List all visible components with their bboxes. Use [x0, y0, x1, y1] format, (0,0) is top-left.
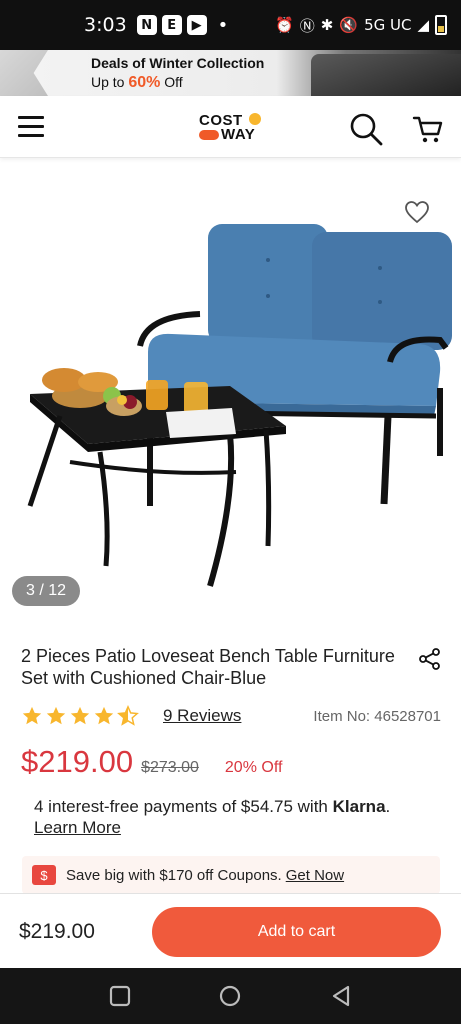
purchase-bar: $219.00 Add to cart: [0, 893, 461, 968]
reviews-link[interactable]: 9 Reviews: [163, 706, 241, 726]
star-full-icon: [22, 706, 42, 725]
bluetooth-icon: ✱: [320, 16, 334, 34]
price-row: $219.00 $273.00 20% Off: [21, 744, 441, 780]
status-time: 3:03: [84, 14, 127, 36]
alarm-icon: ⏰: [275, 16, 294, 34]
promo-banner[interactable]: Deals of Winter Collection Up to 60% Off: [0, 50, 461, 96]
coupon-banner: $ Save big with $170 off Coupons. Get No…: [22, 856, 440, 894]
logo-sun-mark: [249, 113, 261, 125]
original-price: $273.00: [141, 759, 199, 776]
costway-logo[interactable]: COST WAY: [199, 112, 269, 144]
rating-row: 9 Reviews Item No: 46528701: [21, 704, 441, 728]
more-notifications-icon: •: [217, 14, 229, 36]
logo-bar-mark: [199, 130, 219, 140]
back-icon[interactable]: [330, 985, 352, 1007]
logo-text-bottom: WAY: [221, 126, 256, 143]
star-rating: [21, 705, 139, 727]
promo-sub-highlight: 60%: [128, 74, 161, 91]
menu-icon[interactable]: [18, 116, 44, 138]
discount-label: 20% Off: [224, 759, 283, 776]
network-label: 5G UC: [364, 16, 412, 34]
app-notification-icon: N: [136, 15, 157, 35]
nfc-icon: Ⓝ: [299, 16, 315, 35]
get-coupon-link[interactable]: Get Now: [286, 867, 344, 884]
bottom-price: $219.00: [19, 920, 95, 943]
star-full-icon: [70, 706, 90, 725]
system-nav-bar: [0, 968, 461, 1024]
app-notification-icon: E: [161, 15, 182, 35]
promo-subtitle: Up to 60% Off: [91, 74, 183, 92]
promo-sub-prefix: Up to: [91, 74, 129, 90]
site-header: COST WAY: [0, 96, 461, 158]
promo-title: Deals of Winter Collection: [91, 55, 265, 71]
home-icon[interactable]: [219, 985, 241, 1007]
klarna-text: 4 interest-free payments of $54.75 with: [34, 797, 333, 816]
status-bar: 3:03 N E ▶ • ⏰ Ⓝ ✱ 🔇 5G UC ◢: [0, 0, 461, 50]
klarna-period: .: [385, 797, 391, 816]
coupon-icon: $: [32, 865, 56, 885]
search-icon[interactable]: [349, 112, 383, 146]
star-half-icon: [117, 705, 139, 726]
star-full-icon: [94, 706, 114, 725]
product-image: [27, 224, 452, 587]
battery-icon: [435, 15, 447, 35]
youtube-icon: ▶: [186, 15, 207, 35]
klarna-financing: 4 interest-free payments of $54.75 with …: [34, 796, 434, 838]
product-title: 2 Pieces Patio Loveseat Bench Table Furn…: [21, 646, 395, 688]
mute-icon: 🔇: [339, 16, 359, 34]
item-number: Item No: 46528701: [313, 707, 441, 725]
status-icons: ⏰ Ⓝ ✱ 🔇 5G UC ◢: [275, 15, 447, 36]
current-price: $219.00: [21, 744, 134, 779]
share-icon[interactable]: [419, 648, 441, 670]
promo-decoration: [0, 50, 48, 96]
add-to-cart-button[interactable]: Add to cart: [152, 907, 441, 957]
recents-icon[interactable]: [109, 985, 131, 1007]
signal-icon: ◢: [417, 16, 429, 34]
learn-more-link[interactable]: Learn More: [34, 818, 121, 837]
promo-image: [311, 54, 461, 96]
star-full-icon: [46, 706, 66, 725]
promo-sub-suffix: Off: [160, 74, 183, 90]
cart-icon[interactable]: [412, 114, 444, 144]
product-gallery[interactable]: 3 / 12: [0, 176, 461, 616]
coupon-text: Save big with $170 off Coupons.: [66, 866, 282, 884]
klarna-logo: Klarna: [332, 797, 386, 816]
gallery-counter: 3 / 12: [12, 576, 80, 606]
